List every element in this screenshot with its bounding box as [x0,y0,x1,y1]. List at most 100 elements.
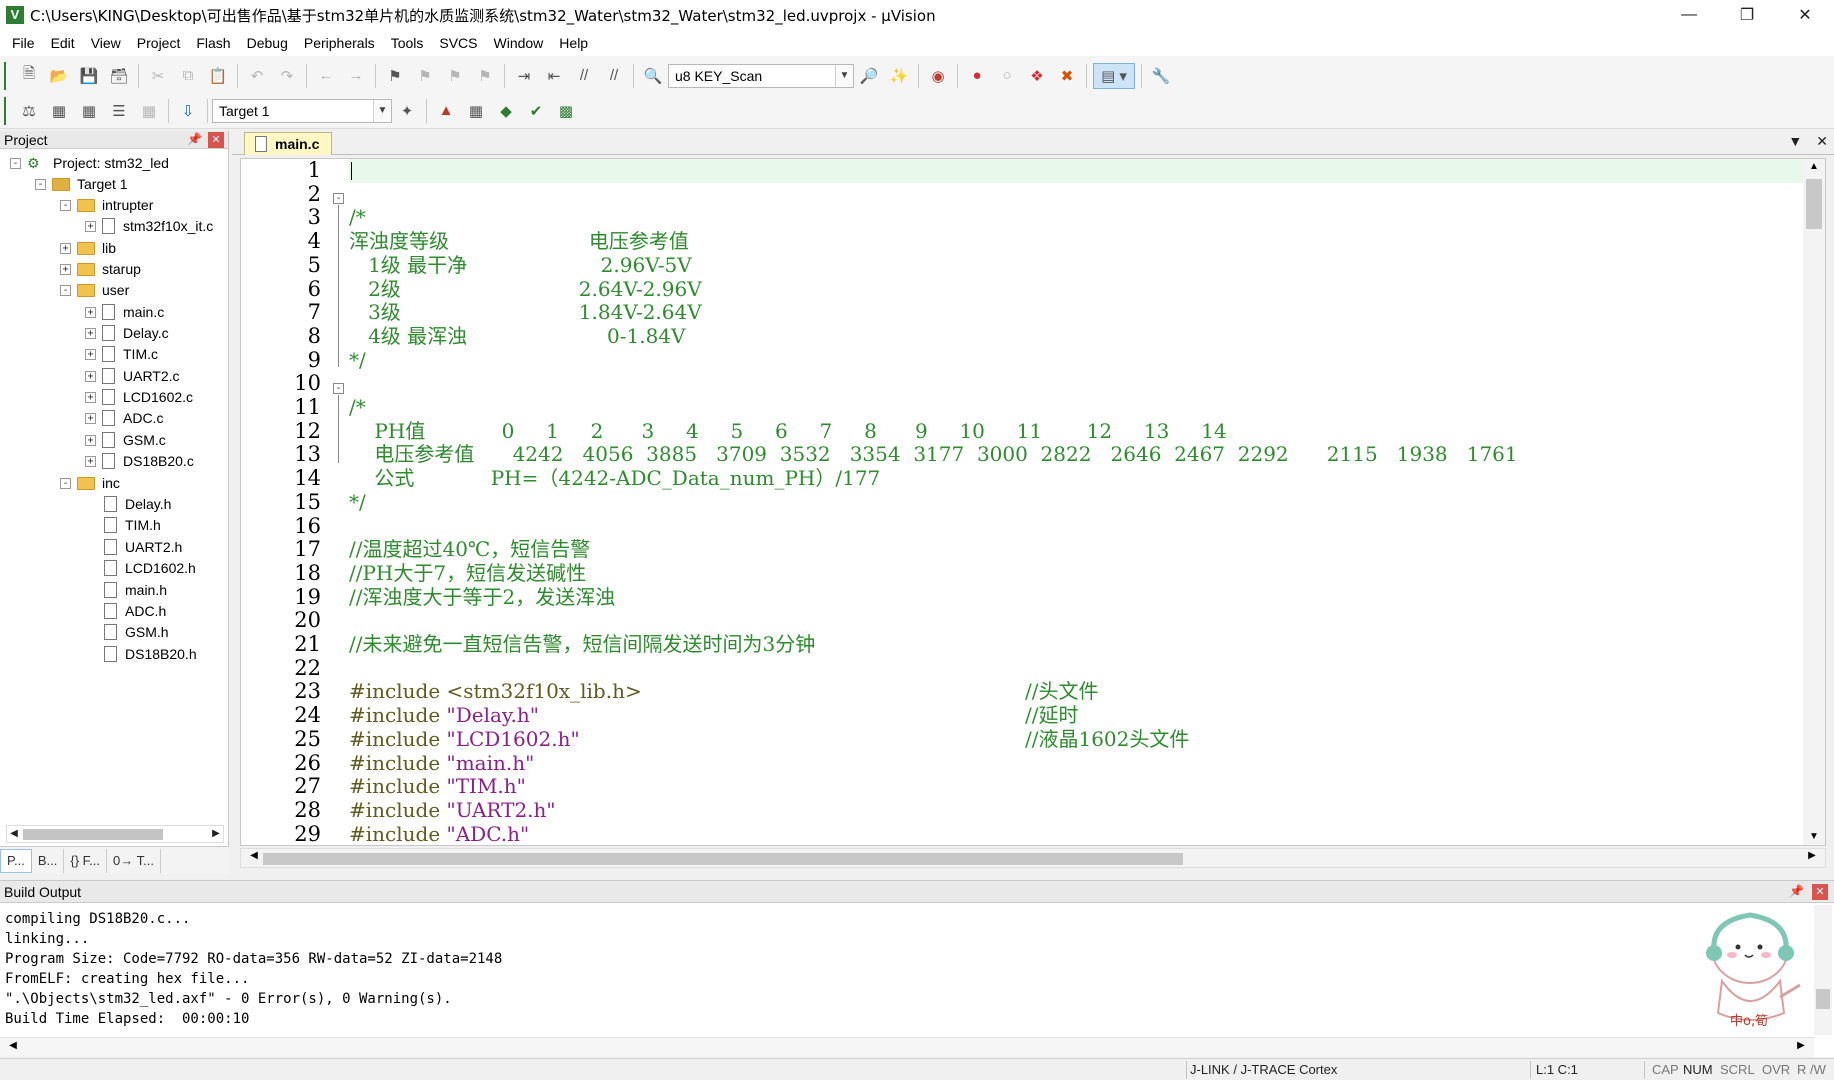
tab-list-dropdown-icon[interactable]: ▼ [1788,133,1802,150]
indent-icon[interactable]: ⇥ [511,63,537,89]
expand-toggle[interactable]: + [85,412,96,424]
scroll-up-icon[interactable]: ▲ [1803,159,1825,175]
build-output-text[interactable]: compiling DS18B20.c... linking... Progra… [5,909,502,1029]
tree-node-file[interactable]: UART2.h [104,536,182,558]
scroll-thumb[interactable] [23,829,163,840]
chevron-down-icon[interactable]: ▼ [373,99,391,122]
expand-toggle[interactable]: + [85,327,96,339]
rte-icon[interactable]: ◆ [493,98,519,124]
bookmark-toggle-icon[interactable]: ⚑ [382,63,408,89]
translate-icon[interactable]: ⚖ [16,98,42,124]
tree-node-file[interactable]: + UART2.c [85,365,180,387]
pin-icon[interactable]: 📌 [1789,884,1804,898]
target-combo[interactable]: Target 1 ▼ [212,98,392,123]
tree-node-folder-user[interactable]: - user [60,279,129,301]
minimize-button[interactable]: — [1660,0,1718,30]
build-icon[interactable]: ▦ [46,98,72,124]
tree-node-target[interactable]: - Target 1 [35,173,128,195]
build-hscrollbar[interactable]: ◀ ▶ [0,1037,1814,1057]
menu-help[interactable]: Help [551,30,596,56]
menu-project[interactable]: Project [129,30,189,56]
tab-books[interactable]: B... [32,848,65,873]
navigate-back-icon[interactable]: ← [313,63,339,89]
tree-node-file[interactable]: TIM.h [104,514,161,536]
fold-toggle[interactable]: - [333,383,344,394]
close-window-button[interactable]: ✕ [1776,0,1834,30]
scroll-right-icon[interactable]: ▶ [1803,850,1821,861]
uncomment-icon[interactable]: // [601,63,627,89]
download-load-icon[interactable]: ⇩ [175,98,201,124]
scroll-left-icon[interactable]: ◀ [4,1040,22,1051]
stop-build-icon[interactable]: ▦ [136,98,162,124]
restore-button[interactable]: ❐ [1718,0,1776,30]
scroll-thumb[interactable] [263,853,1183,865]
expand-toggle[interactable]: + [85,306,96,318]
find-in-files-icon[interactable]: 🔍 [640,63,666,89]
collapse-toggle[interactable]: - [35,178,46,190]
tree-node-file[interactable]: + DS18B20.c [85,450,194,472]
paste-icon[interactable]: 📋 [205,63,231,89]
scroll-thumb[interactable] [1816,989,1830,1009]
tree-node-file[interactable]: + LCD1602.c [85,386,193,408]
tab-functions[interactable]: {} F... [64,848,107,873]
fold-toggle[interactable]: - [333,193,344,204]
tab-templates[interactable]: 0→ T... [107,848,161,873]
menu-view[interactable]: View [83,30,129,56]
expand-toggle[interactable]: + [85,434,96,446]
tab-project[interactable]: P... [0,848,32,873]
menu-edit[interactable]: Edit [43,30,83,56]
unindent-icon[interactable]: ⇤ [541,63,567,89]
editor-vscrollbar[interactable]: ▲ ▼ [1803,159,1825,845]
find-icon[interactable]: 🔎 [856,63,882,89]
tree-node-folder-inc[interactable]: - inc [60,472,120,494]
expand-toggle[interactable]: + [60,242,71,254]
save-all-icon[interactable]: 🗃 [106,63,132,89]
new-file-icon[interactable]: 🗎 [16,63,42,89]
target-options-icon[interactable]: ✦ [394,98,420,124]
tree-node-file[interactable]: + GSM.c [85,429,166,451]
comment-icon[interactable]: // [571,63,597,89]
close-editor-icon[interactable]: ✕ [1816,133,1828,150]
find-combo[interactable]: u8 KEY_Scan ▼ [668,63,854,88]
toolbar-grip[interactable] [4,96,8,125]
tree-node-folder-intrupter[interactable]: - intrupter [60,194,153,216]
editor-hscrollbar[interactable]: ◀ ▶ [240,848,1826,868]
configure-icon[interactable]: 🔧 [1148,63,1174,89]
breakpoint-disable-icon[interactable]: ○ [994,63,1020,89]
redo-icon[interactable]: ↷ [274,63,300,89]
collapse-toggle[interactable]: - [10,157,21,169]
tree-node-folder-starup[interactable]: + starup [60,258,141,280]
close-icon[interactable]: ✕ [1812,884,1828,900]
tree-node-file[interactable]: + TIM.c [85,343,158,365]
collapse-toggle[interactable]: - [60,199,71,211]
tree-node-project[interactable]: - ⚙ Project: stm32_led [10,152,169,174]
scroll-thumb[interactable] [1806,179,1822,229]
expand-toggle[interactable]: + [85,455,96,467]
tree-node-file[interactable]: + ADC.c [85,407,163,429]
pin-icon[interactable]: 📌 [187,132,202,146]
open-file-icon[interactable]: 📂 [46,63,72,89]
tab-main-c[interactable]: main.c [244,132,332,155]
rebuild-icon[interactable]: ▦ [76,98,102,124]
incremental-find-icon[interactable]: ✨ [886,63,912,89]
menu-flash[interactable]: Flash [188,30,238,56]
scroll-right-icon[interactable]: ▶ [209,826,223,842]
expand-toggle[interactable]: + [85,220,96,232]
tree-node-folder-lib[interactable]: + lib [60,237,116,259]
copy-icon[interactable]: ⧉ [175,63,201,89]
expand-toggle[interactable]: + [60,263,71,275]
window-layout-icon[interactable]: ▤ ▾ [1093,62,1135,89]
scroll-down-icon[interactable]: ▼ [1803,829,1825,845]
expand-toggle[interactable]: + [85,370,96,382]
tree-node-file[interactable]: + stm32f10x_it.c [85,215,213,237]
chevron-down-icon[interactable]: ▼ [835,64,853,87]
build-vscrollbar[interactable] [1814,905,1832,1035]
select-software-packs-icon[interactable]: ✔ [523,98,549,124]
toolbar-grip[interactable] [4,61,8,90]
cut-icon[interactable]: ✂ [145,63,171,89]
navigate-forward-icon[interactable]: → [343,63,369,89]
manage-components-icon[interactable]: ▲ [433,98,459,124]
tree-node-file[interactable]: main.h [104,579,167,601]
undo-icon[interactable]: ↶ [244,63,270,89]
expand-toggle[interactable]: + [85,391,96,403]
